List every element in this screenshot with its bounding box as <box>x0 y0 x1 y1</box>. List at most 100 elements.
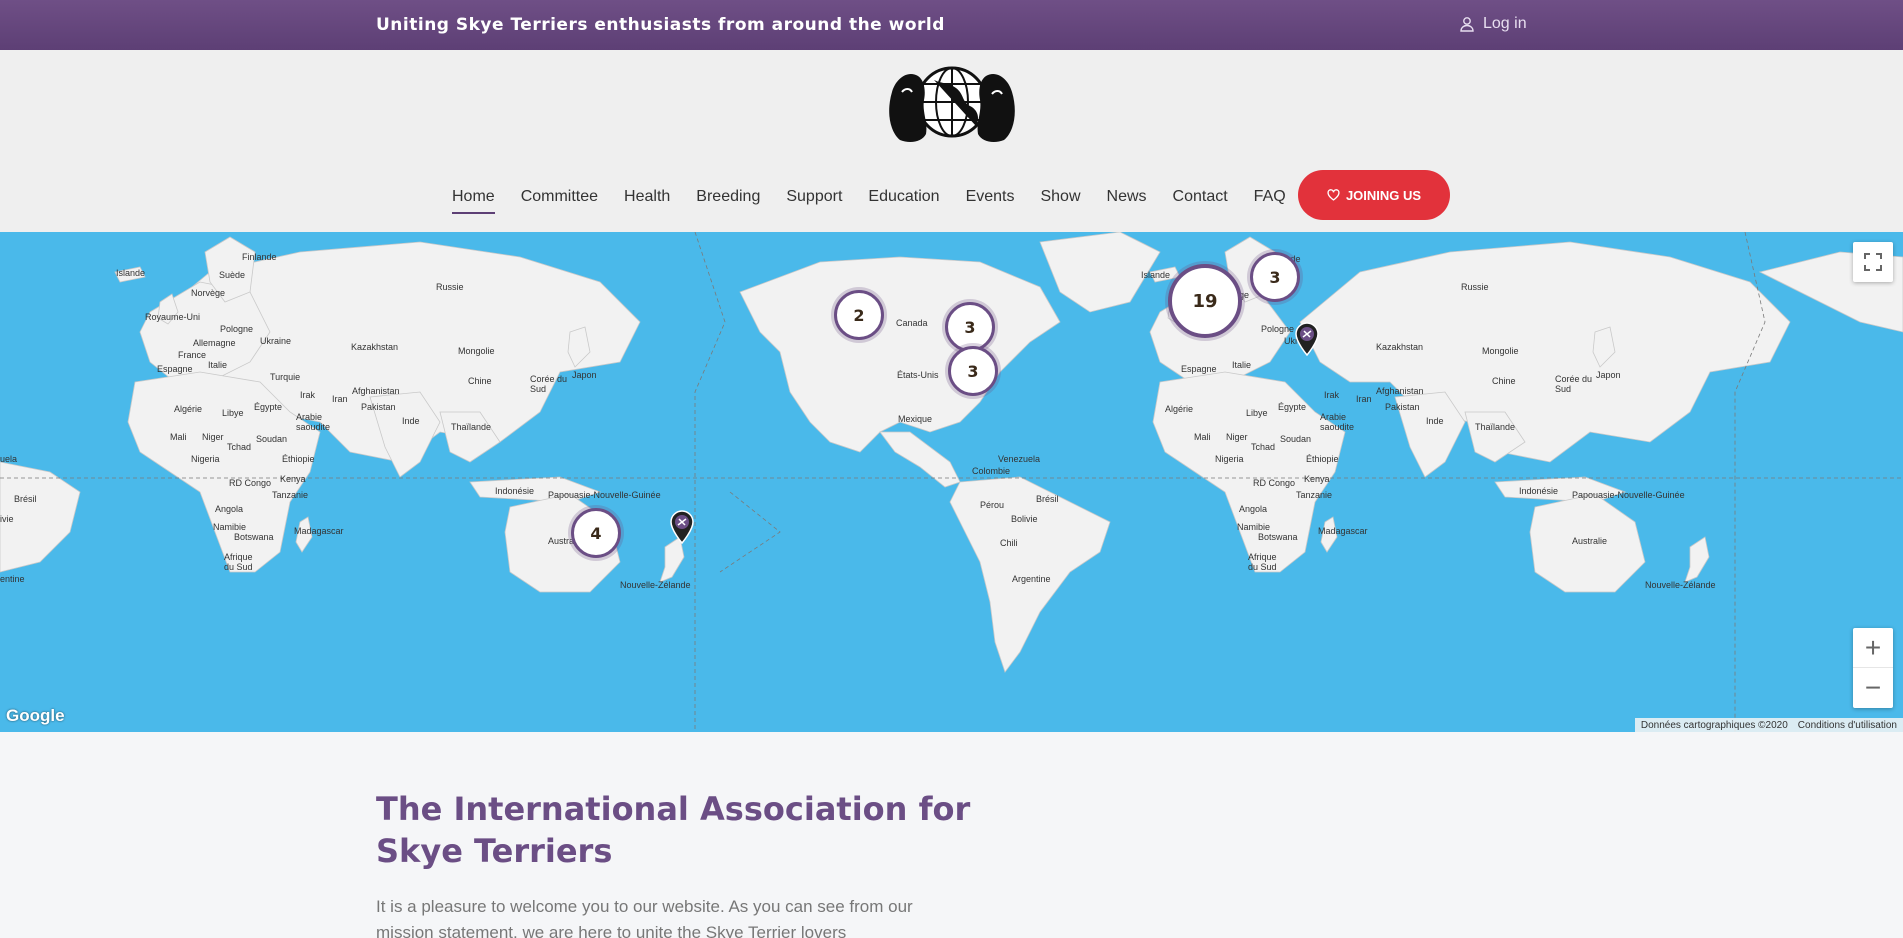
map-label: entine <box>0 574 25 584</box>
map-label: Nigeria <box>191 454 220 464</box>
nav-faq[interactable]: FAQ <box>1241 186 1299 216</box>
map-label: Finlande <box>242 252 277 262</box>
map-label: Libye <box>1246 408 1268 418</box>
map-label: Inde <box>1426 416 1444 426</box>
map-label: Éthiopie <box>282 454 315 464</box>
map-label: Égypte <box>254 402 283 412</box>
members-map[interactable]: Finlande Islande Suède Norvège Russie Ro… <box>0 232 1903 732</box>
map-label: Canada <box>896 318 928 328</box>
map-label: Colombie <box>972 466 1011 476</box>
map-label: Brésil <box>1036 494 1059 504</box>
nav-events[interactable]: Events <box>953 186 1028 216</box>
map-label: Madagascar <box>1318 526 1368 536</box>
map-cluster[interactable]: 2 <box>834 290 884 340</box>
map-cluster[interactable]: 3 <box>1250 252 1300 302</box>
map-pin-icon[interactable] <box>669 510 695 544</box>
nav-news[interactable]: News <box>1094 186 1160 216</box>
map-label: Égypte <box>1278 402 1307 412</box>
skye-terrier-globe-logo[interactable] <box>884 62 1020 148</box>
map-label: Tchad <box>1251 442 1276 452</box>
map-label: Botswana <box>234 532 274 542</box>
fullscreen-button[interactable] <box>1853 242 1893 282</box>
map-label: Argentine <box>1012 574 1051 584</box>
map-label: Afrique du Sud <box>224 552 253 572</box>
map-label: Libye <box>222 408 244 418</box>
nav-committee[interactable]: Committee <box>508 186 611 216</box>
map-label: Espagne <box>157 364 193 374</box>
nav-breeding[interactable]: Breeding <box>683 186 773 216</box>
main-nav: Home Committee Health Breeding Support E… <box>452 186 1299 216</box>
map-label: Namibie <box>213 522 247 532</box>
map-label: Angola <box>1239 504 1268 514</box>
map-label: Algérie <box>1165 404 1194 414</box>
intro-text: It is a pleasure to welcome you to our w… <box>376 897 913 938</box>
map-label: Venezuela <box>998 454 1041 464</box>
top-bar: Uniting Skye Terriers enthusiasts from a… <box>0 0 1903 50</box>
nav-health[interactable]: Health <box>611 186 683 216</box>
map-cluster[interactable]: 3 <box>945 302 995 352</box>
zoom-out-button[interactable]: − <box>1853 668 1893 708</box>
map-label: Madagascar <box>294 526 344 536</box>
zoom-controls: + − <box>1853 628 1893 708</box>
map-label: Niger <box>202 432 224 442</box>
map-label: Irak <box>1324 390 1340 400</box>
login-link[interactable]: Log in <box>1459 15 1527 33</box>
map-label: Soudan <box>1280 434 1312 444</box>
map-label: Pérou <box>980 500 1005 510</box>
nav-education[interactable]: Education <box>855 186 952 216</box>
map-label: Espagne <box>1181 364 1217 374</box>
map-label: Royaume-Uni <box>145 312 201 322</box>
map-label: Thaïlande <box>1475 422 1516 432</box>
heart-icon <box>1327 189 1340 201</box>
map-label: Iran <box>1356 394 1372 404</box>
map-label: Indonésie <box>1519 486 1559 496</box>
map-label: Islande <box>116 268 146 278</box>
map-label: Allemagne <box>193 338 236 348</box>
map-label: Papouasie-Nouvelle-Guinée <box>1572 490 1685 500</box>
map-label: Nigeria <box>1215 454 1244 464</box>
map-label: Chine <box>468 376 492 386</box>
map-label: Chine <box>1492 376 1516 386</box>
map-data-credit[interactable]: Données cartographiques ©2020 <box>1641 720 1788 731</box>
map-label: Japon <box>1596 370 1621 380</box>
map-terms-link[interactable]: Conditions d'utilisation <box>1798 720 1897 731</box>
page-title: The International Association for Skye T… <box>376 790 971 870</box>
map-label: Mongolie <box>1482 346 1519 356</box>
map-label: Russie <box>436 282 464 292</box>
nav-support[interactable]: Support <box>773 186 855 216</box>
map-label: Tanzanie <box>1296 490 1333 500</box>
map-label: Niger <box>1226 432 1248 442</box>
map-label: Pakistan <box>1385 402 1420 412</box>
tagline: Uniting Skye Terriers enthusiasts from a… <box>376 15 945 35</box>
map-label: Tanzanie <box>272 490 309 500</box>
google-logo[interactable]: Google <box>6 706 65 726</box>
map-label: États-Unis <box>897 370 939 380</box>
map-label: Kenya <box>280 474 306 484</box>
site-header: Home Committee Health Breeding Support E… <box>0 50 1903 232</box>
map-label: Islande <box>1141 270 1171 280</box>
nav-show[interactable]: Show <box>1027 186 1093 216</box>
map-label: Indonésie <box>495 486 535 496</box>
map-label: Namibie <box>1237 522 1271 532</box>
map-label: Éthiopie <box>1306 454 1339 464</box>
join-button[interactable]: JOINING US <box>1298 170 1450 220</box>
map-label: Corée du Sud <box>530 374 568 394</box>
map-label: uela <box>0 454 18 464</box>
map-label: Pologne <box>1261 324 1295 334</box>
map-label: Japon <box>572 370 597 380</box>
nav-home[interactable]: Home <box>452 186 508 216</box>
map-label: Brésil <box>14 494 37 504</box>
map-label: Suède <box>219 270 246 280</box>
map-cluster[interactable]: 4 <box>571 508 621 558</box>
map-cluster[interactable]: 19 <box>1168 264 1242 338</box>
map-label: ivie <box>0 514 14 524</box>
zoom-in-button[interactable]: + <box>1853 628 1893 668</box>
map-label: Tchad <box>227 442 252 452</box>
nav-contact[interactable]: Contact <box>1160 186 1241 216</box>
map-pin-icon[interactable] <box>1294 322 1320 356</box>
map-label: Australie <box>1572 536 1608 546</box>
map-label: RD Congo <box>229 478 272 488</box>
map-label: Afghanistan <box>352 386 400 396</box>
map-attribution: Données cartographiques ©2020 Conditions… <box>1634 718 1903 732</box>
map-cluster[interactable]: 3 <box>948 346 998 396</box>
